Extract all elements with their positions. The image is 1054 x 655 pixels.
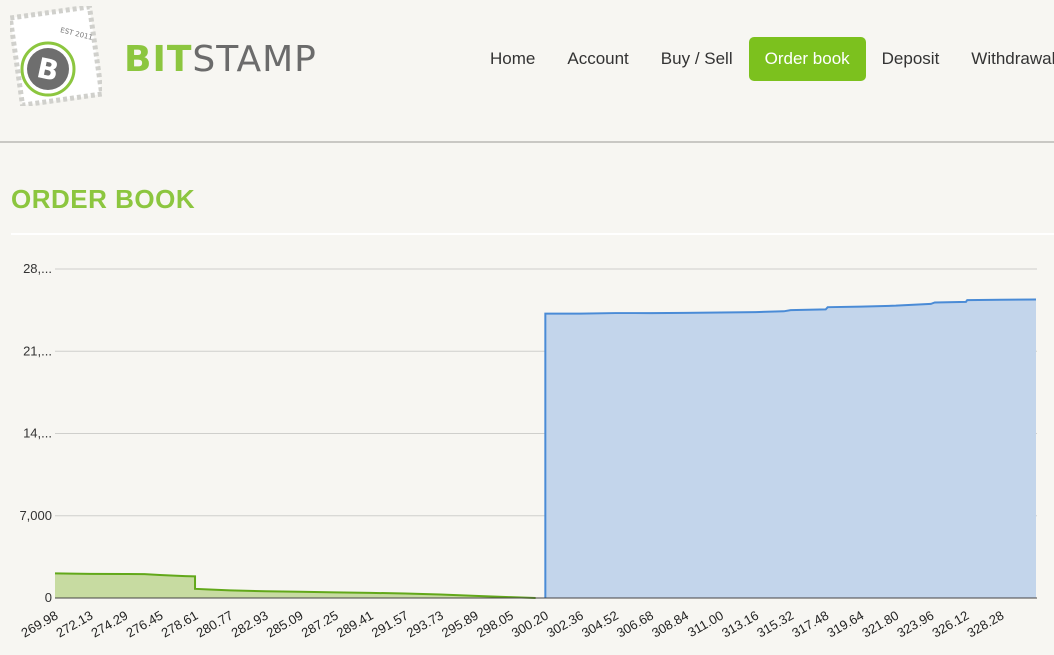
chart-areas (54, 298, 1037, 599)
title-divider (11, 233, 1054, 235)
bitcoin-stamp-icon[interactable]: B EST 2011 (10, 6, 102, 106)
x-tick-label: 328.28 (965, 608, 1007, 641)
x-tick-label: 276.45 (124, 608, 166, 641)
x-tick-label: 291.57 (369, 608, 411, 641)
y-tick-label: 7,000 (19, 508, 52, 523)
y-tick-label: 28,... (23, 261, 52, 276)
x-tick-label: 289.41 (334, 608, 376, 641)
order-book-chart[interactable]: 0 7,000 14,... 21,... 28,... 269.98272.13274.… (0, 240, 1054, 655)
y-tick-label: 14,... (23, 426, 52, 441)
x-tick-label: 306.68 (614, 608, 656, 641)
brand-part-bit: BIT (124, 39, 193, 80)
nav-order-book[interactable]: Order book (748, 37, 866, 81)
x-tick-label: 282.93 (229, 608, 271, 641)
page-title: ORDER BOOK (11, 184, 196, 214)
x-tick-label: 319.64 (824, 608, 866, 641)
x-tick-label: 304.52 (579, 608, 621, 641)
x-tick-label: 323.96 (894, 608, 936, 641)
x-tick-label: 287.25 (299, 608, 341, 641)
series-area-asks (545, 299, 1036, 598)
x-tick-label: 300.20 (509, 608, 551, 641)
x-tick-label: 293.73 (404, 608, 446, 641)
x-tick-label: 321.80 (859, 608, 901, 641)
x-tick-label: 326.12 (929, 608, 971, 641)
x-tick-label: 269.98 (19, 608, 61, 641)
x-tick-label: 317.48 (789, 608, 831, 641)
x-tick-label: 272.13 (53, 608, 95, 641)
series-area-bids (55, 573, 536, 598)
site-header: B EST 2011 BITSTAMP Home Account Buy / S… (0, 0, 1054, 143)
x-tick-label: 315.32 (754, 608, 796, 641)
nav-home[interactable]: Home (474, 37, 551, 81)
nav-withdrawal[interactable]: Withdrawal (955, 37, 1054, 81)
x-tick-label: 295.89 (439, 608, 481, 641)
x-tick-label: 298.05 (474, 608, 516, 641)
x-tick-label: 311.00 (685, 608, 726, 640)
x-tick-label: 280.77 (194, 608, 236, 641)
nav-buy-sell[interactable]: Buy / Sell (645, 37, 749, 81)
main-nav: Home Account Buy / Sell Order book Depos… (474, 37, 1054, 81)
x-tick-label: 313.16 (719, 608, 761, 641)
x-tick-label: 308.84 (649, 608, 691, 641)
y-tick-label: 21,... (23, 343, 52, 358)
x-tick-label: 278.61 (159, 608, 201, 641)
brand-part-stamp: STAMP (192, 39, 317, 80)
brand-logo-text[interactable]: BITSTAMP (124, 38, 317, 82)
nav-account[interactable]: Account (551, 37, 644, 81)
x-tick-label: 274.29 (88, 608, 130, 641)
x-tick-label: 302.36 (544, 608, 586, 641)
y-tick-label: 0 (45, 590, 52, 605)
x-tick-label: 285.09 (264, 608, 306, 641)
nav-deposit[interactable]: Deposit (866, 37, 956, 81)
